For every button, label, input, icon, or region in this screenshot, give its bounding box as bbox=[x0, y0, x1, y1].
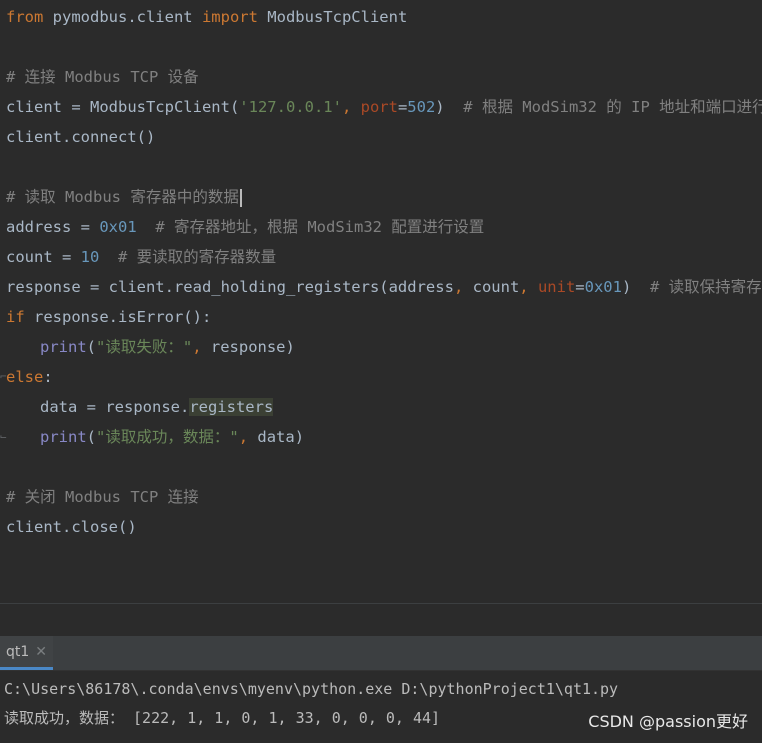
equals: = bbox=[575, 278, 585, 296]
comma: , bbox=[453, 278, 464, 296]
string-literal: '127.0.0.1' bbox=[239, 98, 342, 116]
string-literal: "读取失败：" bbox=[96, 338, 193, 356]
code-text: ) bbox=[435, 98, 464, 116]
keyword-import: import bbox=[201, 8, 258, 26]
code-text: response) bbox=[201, 338, 295, 356]
paren: ( bbox=[86, 428, 97, 446]
paren: ( bbox=[86, 338, 97, 356]
code-line: address = 0x01 # 寄存器地址，根据 ModSim32 配置进行设… bbox=[6, 212, 484, 242]
console-output-line: 读取成功，数据： [222, 1, 1, 0, 1, 33, 0, 0, 0, … bbox=[4, 709, 441, 727]
panel-gap bbox=[0, 604, 762, 636]
code-line: print("读取失败：", response) bbox=[40, 332, 295, 362]
inline-comment: # 要读取的寄存器数量 bbox=[118, 248, 277, 266]
spacing bbox=[137, 218, 156, 236]
code-line: count = 10 # 要读取的寄存器数量 bbox=[6, 242, 276, 272]
code-text: response.isError(): bbox=[24, 308, 212, 326]
code-text: count = bbox=[6, 248, 81, 266]
code-comment-line: # 连接 Modbus TCP 设备 bbox=[6, 68, 199, 86]
code-text: count bbox=[463, 278, 520, 296]
comma: , bbox=[519, 278, 529, 296]
code-editor[interactable]: from pymodbus.client import ModbusTcpCli… bbox=[0, 0, 762, 603]
watermark: CSDN @passion更好 bbox=[588, 712, 748, 731]
code-line: else: bbox=[6, 362, 53, 392]
param-name: port bbox=[360, 98, 398, 116]
keyword-if: if bbox=[6, 308, 25, 326]
number-literal: 0x01 bbox=[99, 218, 137, 236]
code-line: client.close() bbox=[6, 518, 137, 536]
code-text: ) bbox=[621, 278, 650, 296]
class-name: ModbusTcpClient bbox=[257, 8, 408, 26]
inline-comment: # 读取保持寄存器 bbox=[649, 278, 762, 296]
code-text: data) bbox=[248, 428, 305, 446]
highlighted-identifier: registers bbox=[189, 398, 274, 416]
module-name: pymodbus.client bbox=[43, 8, 202, 26]
code-text: client = ModbusTcpClient( bbox=[6, 98, 240, 116]
keyword-else: else bbox=[6, 368, 44, 386]
inline-comment: # 根据 ModSim32 的 IP 地址和端口进行设置 bbox=[463, 98, 762, 116]
number-literal: 0x01 bbox=[584, 278, 622, 296]
code-line: data = response.registers bbox=[40, 392, 274, 422]
comment-text: # 读取 Modbus 寄存器中的数据 bbox=[6, 188, 239, 206]
code-comment-line: # 关闭 Modbus TCP 连接 bbox=[6, 488, 199, 506]
comma: , bbox=[238, 428, 249, 446]
close-icon[interactable]: ✕ bbox=[35, 644, 47, 660]
inline-comment: # 寄存器地址，根据 ModSim32 配置进行设置 bbox=[155, 218, 485, 236]
fold-end-icon[interactable]: ⌙ bbox=[0, 430, 8, 444]
code-text: response = client.read_holding_registers… bbox=[6, 278, 454, 296]
comma: , bbox=[192, 338, 202, 356]
run-tab-qt1[interactable]: qt1 ✕ bbox=[0, 636, 54, 670]
builtin-print: print bbox=[40, 338, 87, 356]
number-literal: 502 bbox=[407, 98, 436, 116]
code-line: client.connect() bbox=[6, 128, 156, 146]
code-line: from pymodbus.client import ModbusTcpCli… bbox=[6, 2, 407, 32]
code-comment-line: # 读取 Modbus 寄存器中的数据 bbox=[6, 182, 242, 212]
builtin-print: print bbox=[40, 428, 87, 446]
text-caret bbox=[239, 188, 242, 207]
console-output-line: C:\Users\86178\.conda\envs\myenv\python.… bbox=[4, 680, 619, 698]
number-literal: 10 bbox=[80, 248, 100, 266]
equals: = bbox=[397, 98, 408, 116]
code-line: if response.isError(): bbox=[6, 302, 211, 332]
keyword-from: from bbox=[6, 8, 44, 26]
code-text: data = response. bbox=[40, 398, 190, 416]
spacing bbox=[99, 248, 118, 266]
comma: , bbox=[341, 98, 361, 116]
code-line: client = ModbusTcpClient('127.0.0.1', po… bbox=[6, 92, 762, 122]
code-text: address = bbox=[6, 218, 100, 236]
run-tab-bar: qt1 ✕ bbox=[0, 636, 762, 671]
run-tab-label: qt1 bbox=[6, 643, 30, 660]
string-literal: "读取成功，数据：" bbox=[96, 428, 239, 446]
code-text: : bbox=[43, 368, 53, 386]
code-line: response = client.read_holding_registers… bbox=[6, 272, 762, 302]
param-name: unit bbox=[528, 278, 576, 296]
code-line: print("读取成功，数据：", data) bbox=[40, 422, 304, 452]
